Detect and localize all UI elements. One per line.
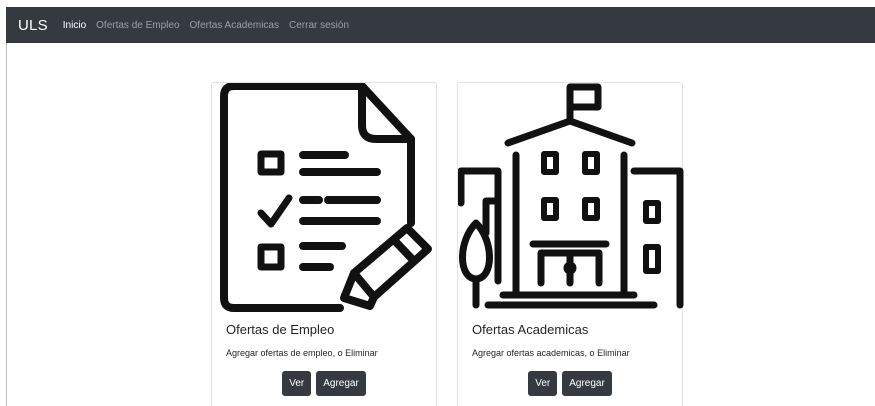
- nav-link-ofertas-empleo[interactable]: Ofertas de Empleo: [96, 20, 179, 31]
- checklist-document-icon: [220, 83, 432, 312]
- card-actions: Ver Agregar: [212, 371, 436, 396]
- card-text: Agregar ofertas de empleo, o Eliminar: [226, 348, 378, 358]
- page-left-border: [6, 43, 7, 406]
- card-actions: Ver Agregar: [458, 371, 682, 396]
- ver-button[interactable]: Ver: [282, 371, 312, 396]
- card-text: Agregar ofertas academicas, o Eliminar: [472, 348, 630, 358]
- nav-link-cerrar-sesion[interactable]: Cerrar sesión: [289, 20, 349, 31]
- agregar-button[interactable]: Agregar: [562, 371, 612, 396]
- card-title: Ofertas Academicas: [472, 322, 589, 337]
- card-title: Ofertas de Empleo: [226, 322, 335, 337]
- school-building-icon: [458, 83, 684, 309]
- agregar-button[interactable]: Agregar: [316, 371, 366, 396]
- ver-button[interactable]: Ver: [528, 371, 558, 396]
- nav-link-inicio[interactable]: Inicio: [63, 20, 86, 31]
- navbar-brand[interactable]: ULS: [18, 17, 48, 34]
- page: ULS Inicio Ofertas de Empleo Ofertas Aca…: [0, 0, 875, 406]
- card-ofertas-academicas: Ofertas Academicas Agregar ofertas acade…: [457, 82, 684, 406]
- card-ofertas-empleo: Ofertas de Empleo Agregar ofertas de emp…: [211, 82, 437, 406]
- top-navbar: ULS Inicio Ofertas de Empleo Ofertas Aca…: [6, 7, 875, 43]
- nav-link-ofertas-academicas[interactable]: Ofertas Academicas: [190, 20, 279, 31]
